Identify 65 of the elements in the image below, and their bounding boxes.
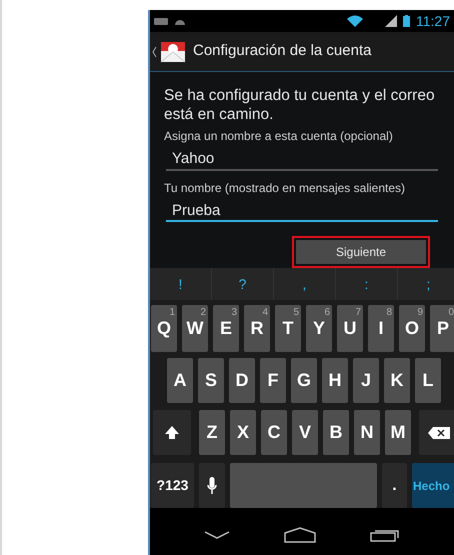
keyboard-key[interactable]: I 8 (368, 305, 394, 352)
keyboard-key[interactable]: O 9 (399, 305, 425, 352)
suggestion-key[interactable]: ; (398, 268, 454, 300)
keyboard-key[interactable]: Q 1 (151, 305, 177, 352)
keyboard-key[interactable]: U 7 (337, 305, 363, 352)
field-label: Asigna un nombre a esta cuenta (opcional) (164, 128, 394, 145)
signal-icon (385, 15, 397, 27)
keyboard-key[interactable]: V (292, 410, 318, 455)
done-key[interactable]: Hecho (412, 463, 454, 508)
keyboard-key[interactable]: R 4 (244, 305, 270, 352)
status-time: 11:27 (416, 12, 450, 30)
keyboard-key[interactable]: J (353, 358, 379, 403)
next-button[interactable]: Siguiente (296, 240, 426, 264)
key-hint: 4 (262, 306, 268, 320)
keyboard-key[interactable]: K (384, 358, 410, 403)
keyboard-key[interactable]: W 2 (182, 305, 208, 352)
keyboard-key[interactable]: S (198, 358, 224, 403)
suggestion-key[interactable]: ? (212, 268, 274, 300)
period-key[interactable]: . (382, 463, 407, 508)
shift-key[interactable] (153, 410, 191, 455)
wifi-icon (347, 15, 363, 27)
back-chevron-icon[interactable] (204, 530, 230, 538)
key-hint: 9 (417, 306, 423, 320)
key-hint: 7 (355, 306, 361, 320)
keyboard-key[interactable]: Z (199, 410, 225, 455)
keyboard-key[interactable]: E 3 (213, 305, 239, 352)
keyboard-key[interactable]: B (323, 410, 349, 455)
battery-icon (403, 15, 410, 27)
keyboard-key[interactable]: Y 6 (306, 305, 332, 352)
shift-arrow-icon (164, 424, 180, 440)
keyboard-key[interactable]: G (291, 358, 317, 403)
key-hint: 1 (169, 306, 175, 320)
back-caret-icon[interactable] (152, 46, 157, 56)
key-hint: 2 (200, 306, 206, 320)
microphone-icon (207, 476, 217, 494)
home-icon[interactable] (284, 526, 316, 542)
keyboard-key[interactable]: M (385, 410, 411, 455)
keyboard-key[interactable]: X (230, 410, 256, 455)
keyboard-key[interactable]: A (167, 358, 193, 403)
keyboard-key[interactable]: F (260, 358, 286, 403)
suggestion-key[interactable]: : (336, 268, 398, 300)
field-label: Tu nombre (mostrado en mensajes salientes) (164, 180, 406, 196)
keyboard-key[interactable]: T 5 (275, 305, 301, 352)
setup-message: Se ha configurado tu cuenta y el correo está en camino. (164, 86, 436, 124)
keyboard-key[interactable]: H (322, 358, 348, 403)
keyboard-key[interactable]: L (415, 358, 441, 403)
keyboard-key[interactable]: C (261, 410, 287, 455)
keyboard-key[interactable]: N (354, 410, 380, 455)
text-field[interactable]: Yahoo (166, 149, 438, 170)
backspace-icon (428, 426, 450, 438)
screen-title: Configuración de la cuenta (193, 41, 372, 62)
keyboard-key[interactable]: D (229, 358, 255, 403)
key-hint: 6 (324, 306, 330, 320)
microphone-key[interactable] (199, 463, 225, 508)
suggestion-key[interactable]: ! (150, 268, 212, 300)
delete-key[interactable] (419, 410, 454, 455)
text-field[interactable]: Prueba (166, 200, 438, 222)
symbols-key[interactable]: ?123 (151, 463, 194, 508)
keyboard-key[interactable]: P 0 (430, 305, 454, 352)
key-hint: 0 (448, 306, 454, 320)
key-hint: 3 (231, 306, 237, 320)
suggestion-key[interactable]: , (274, 268, 336, 300)
key-hint: 8 (386, 306, 392, 320)
recent-apps-icon[interactable] (370, 528, 400, 542)
key-hint: 5 (293, 306, 299, 320)
